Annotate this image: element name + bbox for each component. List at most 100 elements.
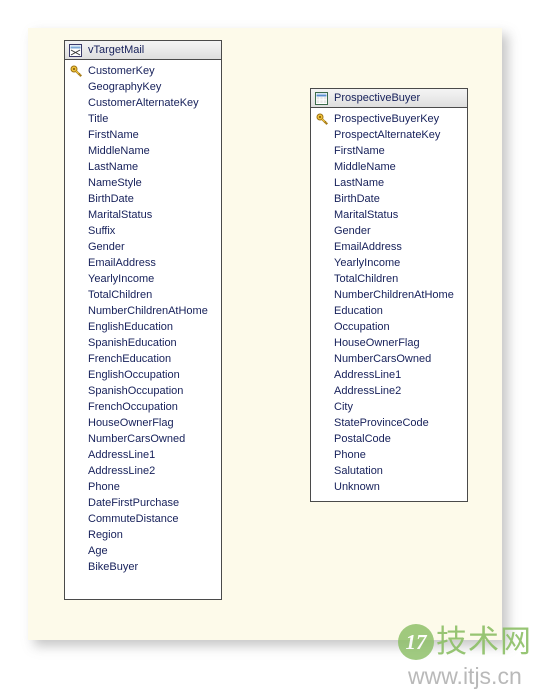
- field-row[interactable]: HouseOwnerFlag: [65, 415, 221, 431]
- field-icon-placeholder: [315, 432, 329, 446]
- field-icon-placeholder: [69, 224, 83, 238]
- field-row[interactable]: TotalChildren: [311, 271, 467, 287]
- field-row[interactable]: DateFirstPurchase: [65, 495, 221, 511]
- field-row[interactable]: YearlyIncome: [311, 255, 467, 271]
- entity-panel-prospectivebuyer[interactable]: ProspectiveBuyer ProspectiveBuyerKey Pros…: [310, 88, 468, 502]
- field-name: EmailAddress: [88, 256, 156, 269]
- field-name: BirthDate: [88, 192, 134, 205]
- field-row[interactable]: FrenchEducation: [65, 351, 221, 367]
- field-name: NumberChildrenAtHome: [88, 304, 208, 317]
- field-row[interactable]: Occupation: [311, 319, 467, 335]
- field-row[interactable]: Gender: [311, 223, 467, 239]
- field-row[interactable]: HouseOwnerFlag: [311, 335, 467, 351]
- field-name: MiddleName: [88, 144, 150, 157]
- field-row[interactable]: Age: [65, 543, 221, 559]
- field-icon-placeholder: [315, 448, 329, 462]
- field-row[interactable]: Education: [311, 303, 467, 319]
- field-name: AddressLine2: [334, 384, 402, 397]
- field-row[interactable]: AddressLine2: [311, 383, 467, 399]
- field-icon-placeholder: [69, 96, 83, 110]
- field-row[interactable]: EnglishOccupation: [65, 367, 221, 383]
- field-row[interactable]: Gender: [65, 239, 221, 255]
- field-row[interactable]: CommuteDistance: [65, 511, 221, 527]
- field-row[interactable]: AddressLine2: [65, 463, 221, 479]
- entity-header[interactable]: vTargetMail: [65, 41, 221, 60]
- field-name: DateFirstPurchase: [88, 496, 180, 509]
- field-row[interactable]: ProspectAlternateKey: [311, 127, 467, 143]
- field-row[interactable]: LastName: [311, 175, 467, 191]
- primary-key-icon: [315, 112, 329, 126]
- field-row[interactable]: EmailAddress: [311, 239, 467, 255]
- field-icon-placeholder: [315, 192, 329, 206]
- field-row[interactable]: EnglishEducation: [65, 319, 221, 335]
- field-row[interactable]: SpanishEducation: [65, 335, 221, 351]
- field-row[interactable]: NumberCarsOwned: [65, 431, 221, 447]
- field-row[interactable]: NameStyle: [65, 175, 221, 191]
- view-icon: [69, 43, 82, 57]
- entity-panel-vtargetmail[interactable]: vTargetMail CustomerKey GeographyKey Custo…: [64, 40, 222, 600]
- table-icon: [315, 91, 328, 105]
- field-row[interactable]: NumberChildrenAtHome: [311, 287, 467, 303]
- field-row[interactable]: MaritalStatus: [65, 207, 221, 223]
- field-row[interactable]: AddressLine1: [65, 447, 221, 463]
- field-row[interactable]: NumberChildrenAtHome: [65, 303, 221, 319]
- field-row[interactable]: Phone: [311, 447, 467, 463]
- field-row[interactable]: EmailAddress: [65, 255, 221, 271]
- field-list: CustomerKey GeographyKey CustomerAlternate…: [65, 60, 221, 575]
- field-row[interactable]: CustomerKey: [65, 63, 221, 79]
- entity-header[interactable]: ProspectiveBuyer: [311, 89, 467, 108]
- field-icon-placeholder: [69, 144, 83, 158]
- field-row[interactable]: ProspectiveBuyerKey: [311, 111, 467, 127]
- field-icon-placeholder: [69, 240, 83, 254]
- field-row[interactable]: BirthDate: [65, 191, 221, 207]
- field-icon-placeholder: [315, 480, 329, 494]
- field-row[interactable]: Phone: [65, 479, 221, 495]
- field-icon-placeholder: [69, 288, 83, 302]
- field-row[interactable]: Salutation: [311, 463, 467, 479]
- field-icon-placeholder: [315, 368, 329, 382]
- field-row[interactable]: YearlyIncome: [65, 271, 221, 287]
- field-name: CustomerKey: [88, 64, 155, 77]
- field-icon-placeholder: [69, 352, 83, 366]
- field-row[interactable]: BirthDate: [311, 191, 467, 207]
- field-name: NameStyle: [88, 176, 142, 189]
- field-name: Occupation: [334, 320, 390, 333]
- field-row[interactable]: MiddleName: [311, 159, 467, 175]
- field-name: YearlyIncome: [88, 272, 155, 285]
- field-name: TotalChildren: [334, 272, 399, 285]
- field-icon-placeholder: [69, 512, 83, 526]
- field-row[interactable]: Unknown: [311, 479, 467, 495]
- field-row[interactable]: BikeBuyer: [65, 559, 221, 575]
- field-row[interactable]: SpanishOccupation: [65, 383, 221, 399]
- field-row[interactable]: City: [311, 399, 467, 415]
- field-row[interactable]: Title: [65, 111, 221, 127]
- field-row[interactable]: Region: [65, 527, 221, 543]
- field-row[interactable]: NumberCarsOwned: [311, 351, 467, 367]
- field-name: Title: [88, 112, 109, 125]
- field-row[interactable]: LastName: [65, 159, 221, 175]
- field-name: Phone: [334, 448, 366, 461]
- field-icon-placeholder: [69, 208, 83, 222]
- field-row[interactable]: CustomerAlternateKey: [65, 95, 221, 111]
- field-icon-placeholder: [69, 304, 83, 318]
- field-row[interactable]: TotalChildren: [65, 287, 221, 303]
- field-name: FrenchEducation: [88, 352, 172, 365]
- field-row[interactable]: MaritalStatus: [311, 207, 467, 223]
- field-icon-placeholder: [315, 352, 329, 366]
- field-row[interactable]: GeographyKey: [65, 79, 221, 95]
- field-row[interactable]: PostalCode: [311, 431, 467, 447]
- field-row[interactable]: FirstName: [311, 143, 467, 159]
- field-row[interactable]: StateProvinceCode: [311, 415, 467, 431]
- field-icon-placeholder: [69, 384, 83, 398]
- field-row[interactable]: Suffix: [65, 223, 221, 239]
- field-name: Gender: [334, 224, 371, 237]
- field-row[interactable]: FirstName: [65, 127, 221, 143]
- field-icon-placeholder: [69, 128, 83, 142]
- field-row[interactable]: FrenchOccupation: [65, 399, 221, 415]
- field-name: YearlyIncome: [334, 256, 401, 269]
- field-row[interactable]: MiddleName: [65, 143, 221, 159]
- field-name: MaritalStatus: [334, 208, 399, 221]
- field-icon-placeholder: [315, 384, 329, 398]
- field-row[interactable]: AddressLine1: [311, 367, 467, 383]
- field-icon-placeholder: [69, 464, 83, 478]
